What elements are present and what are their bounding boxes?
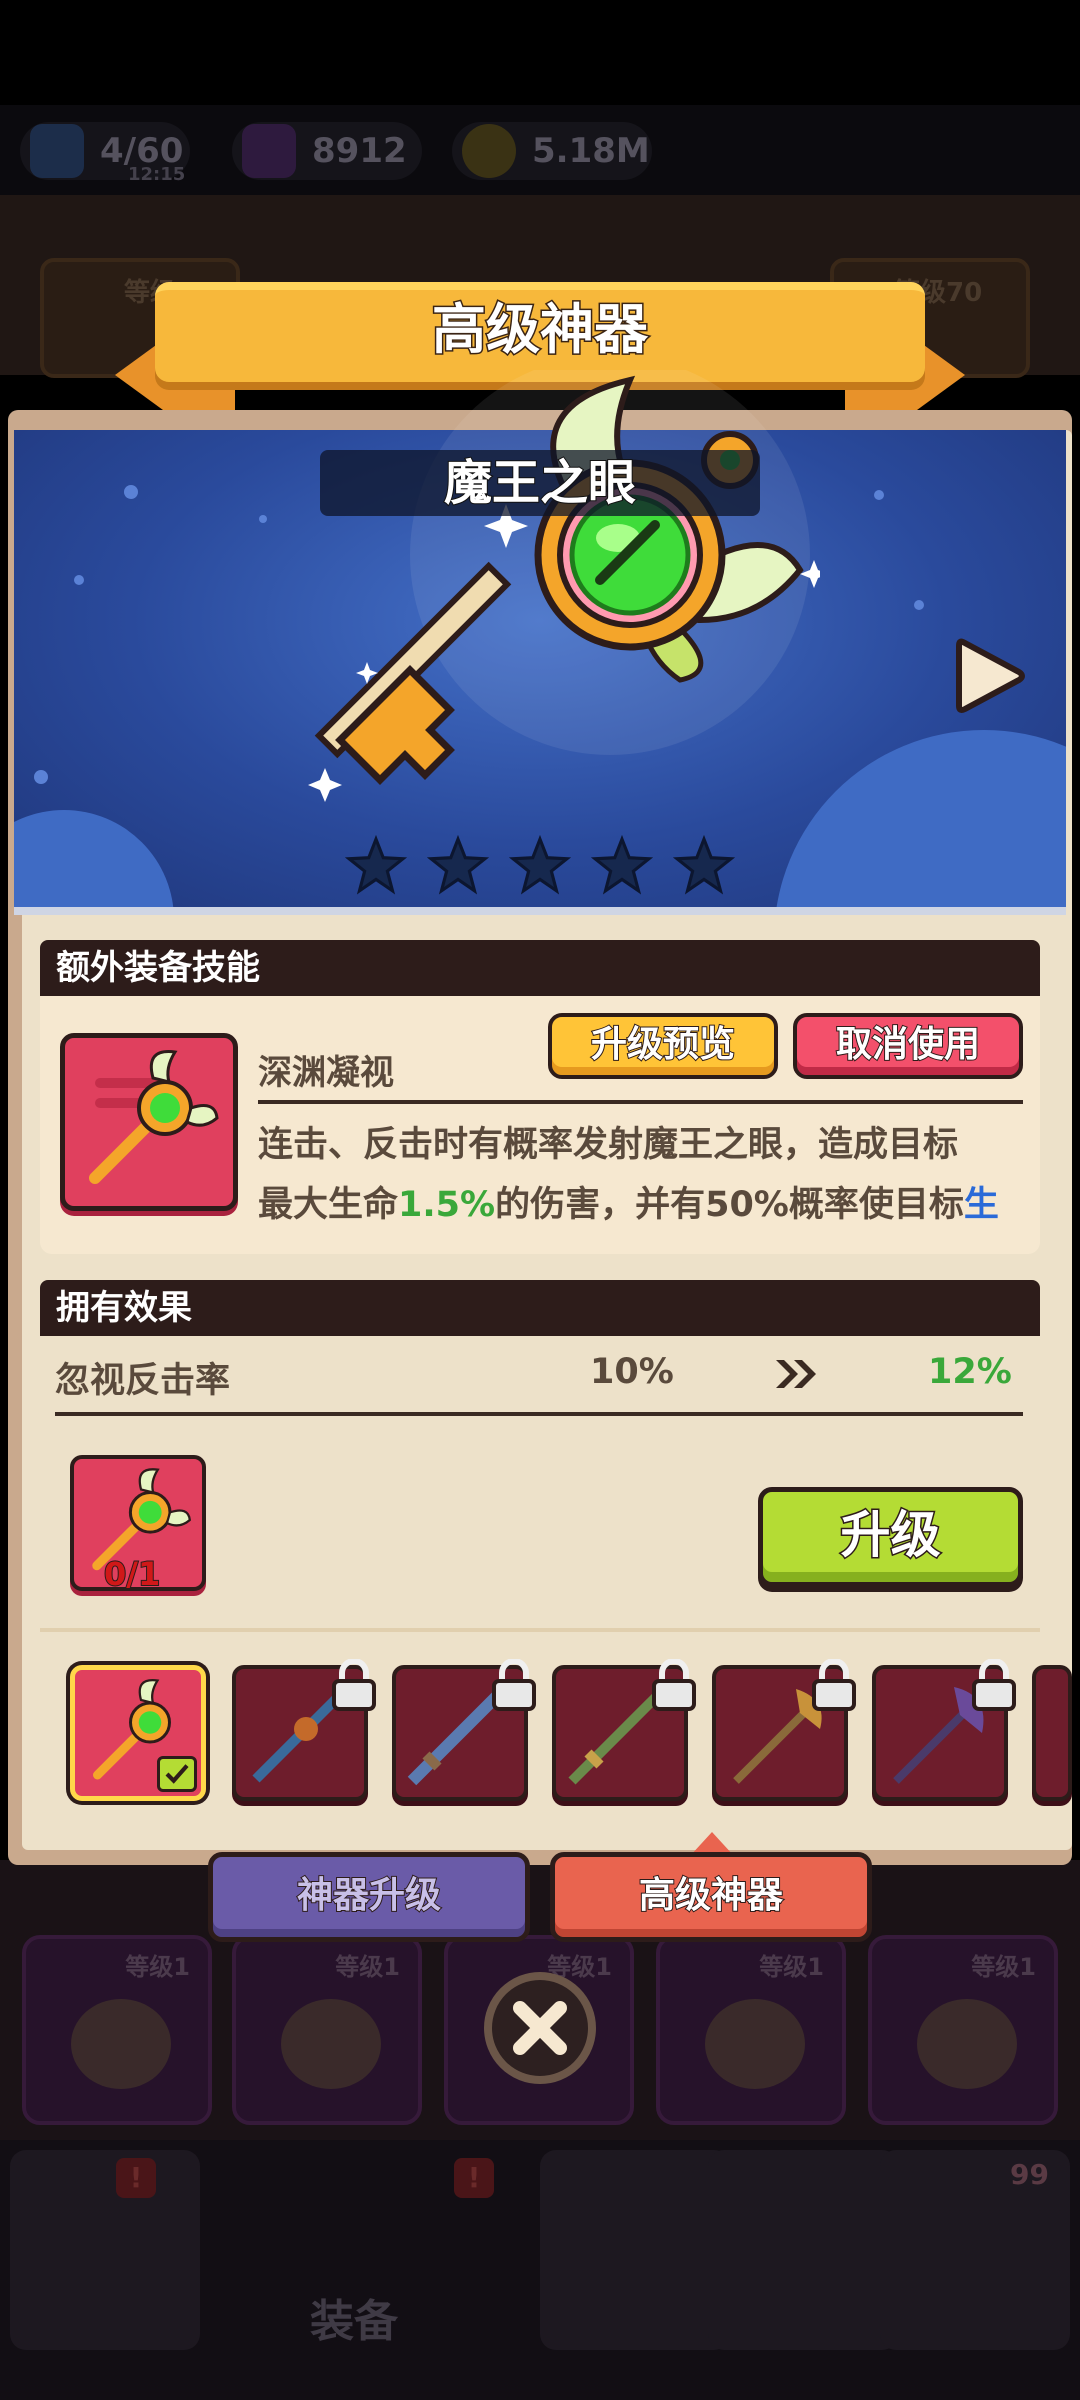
lock-icon xyxy=(332,1659,376,1711)
lock-icon xyxy=(972,1659,1016,1711)
effect-section-header: 拥有效果 xyxy=(40,1280,1040,1336)
star-dot xyxy=(914,600,924,610)
skill-description: 连击、反击时有概率发射魔王之眼，造成目标 最大生命1.5%的伤害，并有50%概率… xyxy=(258,1115,1028,1235)
card-level: 等级1 xyxy=(335,1953,400,1981)
nav-equipment-label: 装备 xyxy=(310,2296,398,2347)
alert-badge: ! xyxy=(116,2158,156,2198)
effect-current-value: 10% xyxy=(590,1352,674,1392)
lock-icon xyxy=(652,1659,696,1711)
cancel-use-button[interactable]: 取消使用 xyxy=(793,1013,1023,1079)
lightning-icon xyxy=(30,124,84,178)
gold-value: 5.18M xyxy=(532,131,650,171)
skill-divider xyxy=(258,1100,1023,1104)
dialog-title: 高级神器 xyxy=(431,297,650,363)
artifact-slot-locked[interactable] xyxy=(392,1659,536,1801)
skill-desc-line-1: 连击、反击时有概率发射魔王之眼，造成目标 xyxy=(258,1125,959,1165)
star-dot xyxy=(874,490,884,500)
artifact-card: 等级1 xyxy=(656,1935,846,2125)
artifact-card: 等级1 xyxy=(868,1935,1058,2125)
desc-text: 的伤害，并有50%概率使目标 xyxy=(495,1185,964,1225)
star-dot xyxy=(124,485,138,499)
skill-section-header: 额外装备技能 xyxy=(40,940,1040,996)
effect-divider xyxy=(55,1412,1023,1416)
energy-timer: 12:15 xyxy=(128,164,186,185)
card-level: 等级1 xyxy=(759,1953,824,1981)
artifact-icon xyxy=(281,1999,381,2089)
star-icon xyxy=(345,835,407,895)
effect-next-value: 12% xyxy=(928,1352,1012,1392)
star-dot xyxy=(74,575,84,585)
skill-name: 深渊凝视 xyxy=(258,1053,394,1093)
nav-upgrade xyxy=(708,2150,898,2350)
artifact-name: 魔王之眼 xyxy=(320,450,760,516)
alert-badge: ! xyxy=(454,2158,494,2198)
star-icon xyxy=(673,835,735,895)
demon-eye-key-icon xyxy=(308,370,820,802)
skill-icon-frame xyxy=(60,1033,238,1211)
tab-advanced-artifact[interactable]: 高级神器 xyxy=(550,1852,872,1942)
double-chevron-right-icon xyxy=(776,1360,816,1388)
energy-resource: 4/60 12:15 xyxy=(20,122,190,185)
desc-keyword: 生 xyxy=(963,1185,999,1225)
artifact-slot-locked[interactable] xyxy=(232,1659,376,1801)
star-icon xyxy=(591,835,653,895)
effect-label: 忽视反击率 xyxy=(55,1361,231,1401)
planet-decoration xyxy=(14,810,174,907)
star-dot xyxy=(259,515,267,523)
artifact-icon xyxy=(917,1999,1017,2089)
artifact-icon xyxy=(71,1999,171,2089)
gem-cube-icon xyxy=(242,124,296,178)
star-rating xyxy=(345,835,735,897)
close-icon xyxy=(513,2001,567,2055)
chest-count: 99 xyxy=(1010,2158,1049,2191)
artifact-slot-partial[interactable] xyxy=(1032,1665,1072,1801)
nav-shop xyxy=(10,2150,200,2350)
desc-highlight: 1.5% xyxy=(398,1185,496,1225)
gem-resource: 8912 xyxy=(232,122,422,180)
checkmark-icon xyxy=(157,1756,197,1792)
lock-icon xyxy=(492,1659,536,1711)
gold-coin-icon xyxy=(462,124,516,178)
skill-desc-line-2: 最大生命1.5%的伤害，并有50%概率使目标生 xyxy=(258,1175,1028,1235)
key-skill-icon xyxy=(89,1050,219,1184)
artifact-slot-locked[interactable] xyxy=(712,1659,856,1801)
upgrade-preview-button[interactable]: 升级预览 xyxy=(548,1013,778,1079)
artifact-card: 等级1 xyxy=(232,1935,422,2125)
close-button[interactable] xyxy=(484,1972,596,2084)
lock-icon xyxy=(812,1659,856,1711)
upgrade-button[interactable]: 升级 xyxy=(758,1487,1023,1587)
star-dot xyxy=(34,770,48,784)
nav-battle xyxy=(540,2150,730,2350)
artifact-icon xyxy=(705,1999,805,2089)
artifact-slot-locked[interactable] xyxy=(552,1659,696,1801)
star-icon xyxy=(509,835,571,895)
shard-count: 0/1 xyxy=(103,1554,161,1594)
next-artifact-arrow-icon[interactable] xyxy=(955,636,1025,716)
artifact-slot-demon-eye[interactable] xyxy=(70,1665,206,1801)
gem-value: 8912 xyxy=(312,131,407,171)
gold-resource: 5.18M xyxy=(452,122,652,180)
star-icon xyxy=(427,835,489,895)
tab-artifact-upgrade[interactable]: 神器升级 xyxy=(208,1852,530,1942)
artifact-slot-locked[interactable] xyxy=(872,1659,1016,1801)
card-level: 等级1 xyxy=(971,1953,1036,1981)
desc-text: 最大生命 xyxy=(258,1185,399,1225)
artifact-card: 等级1 xyxy=(22,1935,212,2125)
section-divider xyxy=(40,1628,1040,1632)
card-level: 等级1 xyxy=(125,1953,190,1981)
